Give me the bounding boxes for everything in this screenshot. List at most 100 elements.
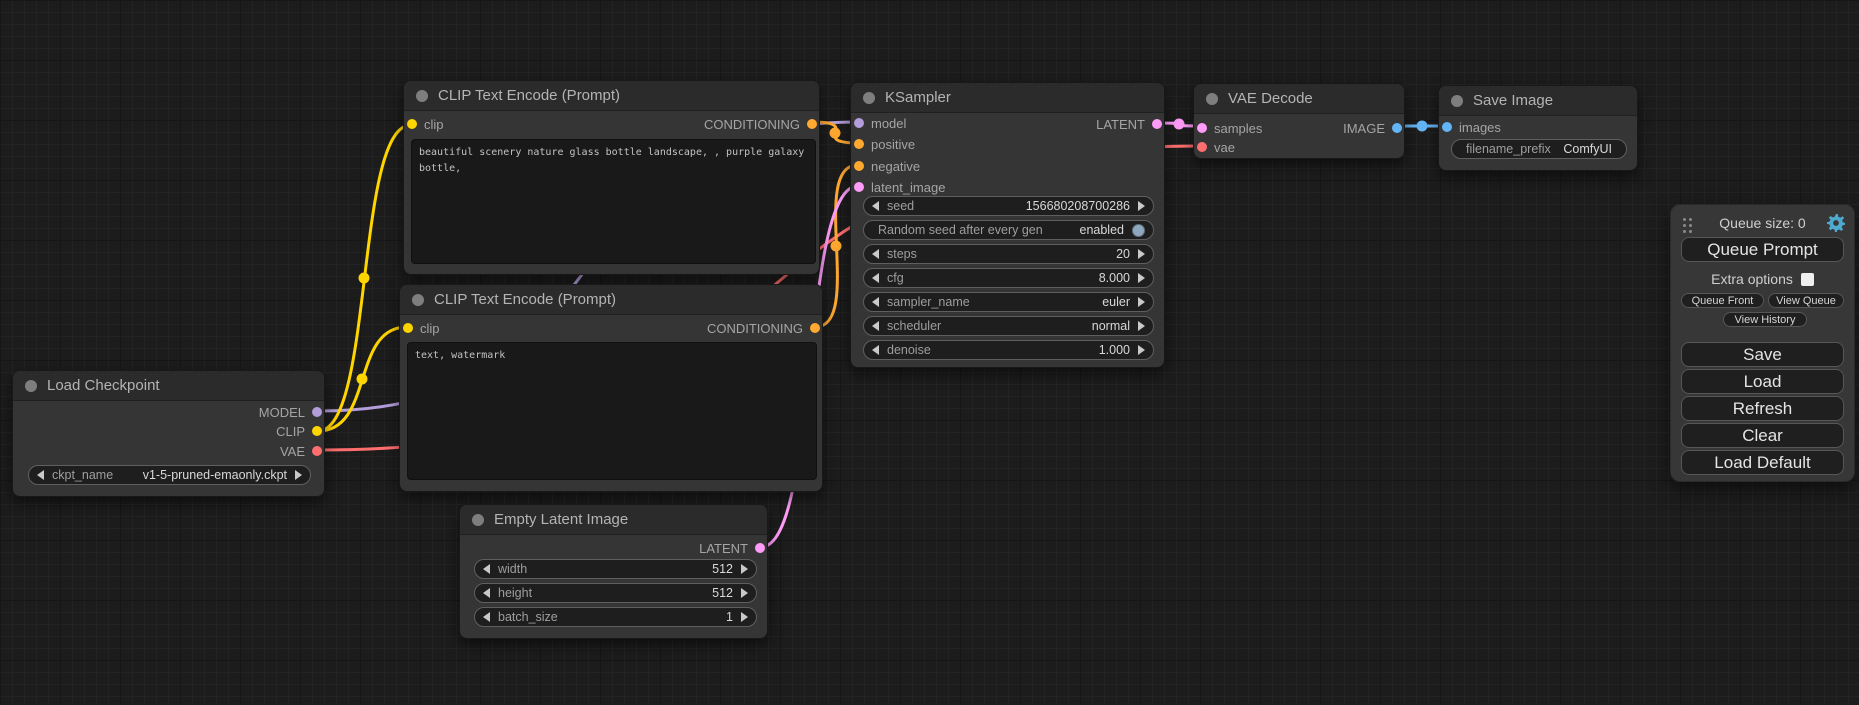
port-conditioning-output[interactable] bbox=[810, 323, 820, 333]
node-header[interactable]: Save Image bbox=[1439, 86, 1637, 116]
next-value-arrow-icon[interactable] bbox=[741, 612, 748, 622]
node-collapse-dot-icon[interactable] bbox=[472, 514, 484, 526]
prev-value-arrow-icon[interactable] bbox=[872, 201, 879, 211]
port-vae-output[interactable] bbox=[312, 446, 322, 456]
button-label: Queue Front bbox=[1692, 295, 1754, 307]
prompt-textarea[interactable]: beautiful scenery nature glass bottle la… bbox=[411, 139, 816, 264]
button-label: View Queue bbox=[1776, 295, 1836, 307]
next-value-arrow-icon[interactable] bbox=[1138, 273, 1145, 283]
node-header[interactable]: CLIP Text Encode (Prompt) bbox=[404, 81, 819, 111]
port-samples-input[interactable] bbox=[1197, 123, 1207, 133]
next-value-arrow-icon[interactable] bbox=[295, 470, 302, 480]
view-queue-button[interactable]: View Queue bbox=[1768, 293, 1844, 308]
prev-value-arrow-icon[interactable] bbox=[37, 470, 44, 480]
output-latent: LATENT bbox=[1096, 114, 1162, 134]
output-latent: LATENT bbox=[699, 538, 765, 558]
port-image-output[interactable] bbox=[1392, 123, 1402, 133]
prev-value-arrow-icon[interactable] bbox=[872, 297, 879, 307]
node-save-image[interactable]: Save Image images filename_prefix ComfyU… bbox=[1438, 85, 1638, 171]
node-collapse-dot-icon[interactable] bbox=[416, 90, 428, 102]
next-value-arrow-icon[interactable] bbox=[741, 564, 748, 574]
settings-gear-icon[interactable] bbox=[1827, 214, 1845, 232]
port-images-input[interactable] bbox=[1442, 122, 1452, 132]
node-collapse-dot-icon[interactable] bbox=[412, 294, 424, 306]
widget-ckpt-name[interactable]: ckpt_name v1-5-pruned-emaonly.ckpt bbox=[28, 465, 311, 485]
node-clip-text-encode-negative[interactable]: CLIP Text Encode (Prompt) clip CONDITION… bbox=[399, 284, 823, 492]
load-default-button[interactable]: Load Default bbox=[1681, 450, 1844, 475]
node-clip-text-encode-positive[interactable]: CLIP Text Encode (Prompt) clip CONDITION… bbox=[403, 80, 820, 275]
node-header[interactable]: Load Checkpoint bbox=[13, 371, 324, 401]
prev-value-arrow-icon[interactable] bbox=[483, 588, 490, 598]
clear-button[interactable]: Clear bbox=[1681, 423, 1844, 448]
node-collapse-dot-icon[interactable] bbox=[863, 92, 875, 104]
load-button[interactable]: Load bbox=[1681, 369, 1844, 394]
prev-value-arrow-icon[interactable] bbox=[483, 564, 490, 574]
port-latent-image-input[interactable] bbox=[854, 182, 864, 192]
port-vae-input[interactable] bbox=[1197, 142, 1207, 152]
output-label: LATENT bbox=[1096, 117, 1145, 132]
input-label: negative bbox=[871, 159, 920, 174]
port-conditioning-output[interactable] bbox=[807, 119, 817, 129]
node-header[interactable]: Empty Latent Image bbox=[460, 505, 767, 535]
node-header[interactable]: VAE Decode bbox=[1194, 84, 1404, 114]
input-clip: clip bbox=[403, 318, 440, 338]
widget-height[interactable]: height 512 bbox=[474, 583, 757, 603]
prev-value-arrow-icon[interactable] bbox=[483, 612, 490, 622]
node-vae-decode[interactable]: VAE Decode samples vae IMAGE bbox=[1193, 83, 1405, 159]
widget-batch-size[interactable]: batch_size 1 bbox=[474, 607, 757, 627]
port-clip-input[interactable] bbox=[407, 119, 417, 129]
node-load-checkpoint[interactable]: Load Checkpoint MODEL CLIP VAE ckpt_name… bbox=[12, 370, 325, 497]
port-latent-output[interactable] bbox=[1152, 119, 1162, 129]
prev-value-arrow-icon[interactable] bbox=[872, 273, 879, 283]
prev-value-arrow-icon[interactable] bbox=[872, 321, 879, 331]
node-collapse-dot-icon[interactable] bbox=[1451, 95, 1463, 107]
next-value-arrow-icon[interactable] bbox=[741, 588, 748, 598]
port-latent-output[interactable] bbox=[755, 543, 765, 553]
port-model-input[interactable] bbox=[854, 118, 864, 128]
widget-denoise[interactable]: denoise 1.000 bbox=[863, 340, 1154, 360]
port-clip-input[interactable] bbox=[403, 323, 413, 333]
widget-width[interactable]: width 512 bbox=[474, 559, 757, 579]
next-value-arrow-icon[interactable] bbox=[1138, 249, 1145, 259]
node-collapse-dot-icon[interactable] bbox=[1206, 93, 1218, 105]
port-negative-input[interactable] bbox=[854, 161, 864, 171]
widget-cfg[interactable]: cfg 8.000 bbox=[863, 268, 1154, 288]
refresh-button[interactable]: Refresh bbox=[1681, 396, 1844, 421]
queue-prompt-button[interactable]: Queue Prompt bbox=[1681, 237, 1844, 262]
widget-seed[interactable]: seed 156680208700286 bbox=[863, 196, 1154, 216]
next-value-arrow-icon[interactable] bbox=[1138, 201, 1145, 211]
next-value-arrow-icon[interactable] bbox=[1138, 297, 1145, 307]
widget-scheduler[interactable]: scheduler normal bbox=[863, 316, 1154, 336]
input-model: model bbox=[854, 113, 906, 133]
queue-front-button[interactable]: Queue Front bbox=[1681, 293, 1764, 308]
widget-random-seed-toggle[interactable]: Random seed after every gen enabled bbox=[863, 220, 1154, 240]
widget-value: 20 bbox=[1116, 247, 1130, 261]
widget-value: 1.000 bbox=[1099, 343, 1130, 357]
node-ksampler[interactable]: KSampler model positive negative latent_… bbox=[850, 82, 1165, 368]
node-header[interactable]: CLIP Text Encode (Prompt) bbox=[400, 285, 822, 315]
widget-label: Random seed after every gen bbox=[878, 223, 1043, 237]
node-empty-latent-image[interactable]: Empty Latent Image LATENT width 512 heig… bbox=[459, 504, 768, 639]
prev-value-arrow-icon[interactable] bbox=[872, 345, 879, 355]
widget-label: height bbox=[498, 586, 532, 600]
toggle-knob-icon[interactable] bbox=[1132, 224, 1145, 237]
port-model-output[interactable] bbox=[312, 407, 322, 417]
next-value-arrow-icon[interactable] bbox=[1138, 321, 1145, 331]
widget-label: scheduler bbox=[887, 319, 941, 333]
next-value-arrow-icon[interactable] bbox=[1138, 345, 1145, 355]
widget-sampler-name[interactable]: sampler_name euler bbox=[863, 292, 1154, 312]
view-history-button[interactable]: View History bbox=[1723, 312, 1807, 327]
save-button[interactable]: Save bbox=[1681, 342, 1844, 367]
widget-steps[interactable]: steps 20 bbox=[863, 244, 1154, 264]
input-label: model bbox=[871, 116, 906, 131]
input-label: positive bbox=[871, 137, 915, 152]
node-header[interactable]: KSampler bbox=[851, 83, 1164, 113]
widget-filename-prefix[interactable]: filename_prefix ComfyUI bbox=[1451, 139, 1627, 159]
widget-value: 156680208700286 bbox=[1026, 199, 1130, 213]
prev-value-arrow-icon[interactable] bbox=[872, 249, 879, 259]
prompt-textarea[interactable]: text, watermark bbox=[407, 342, 817, 480]
node-collapse-dot-icon[interactable] bbox=[25, 380, 37, 392]
port-clip-output[interactable] bbox=[312, 426, 322, 436]
port-positive-input[interactable] bbox=[854, 139, 864, 149]
extra-options-checkbox[interactable] bbox=[1801, 273, 1814, 286]
